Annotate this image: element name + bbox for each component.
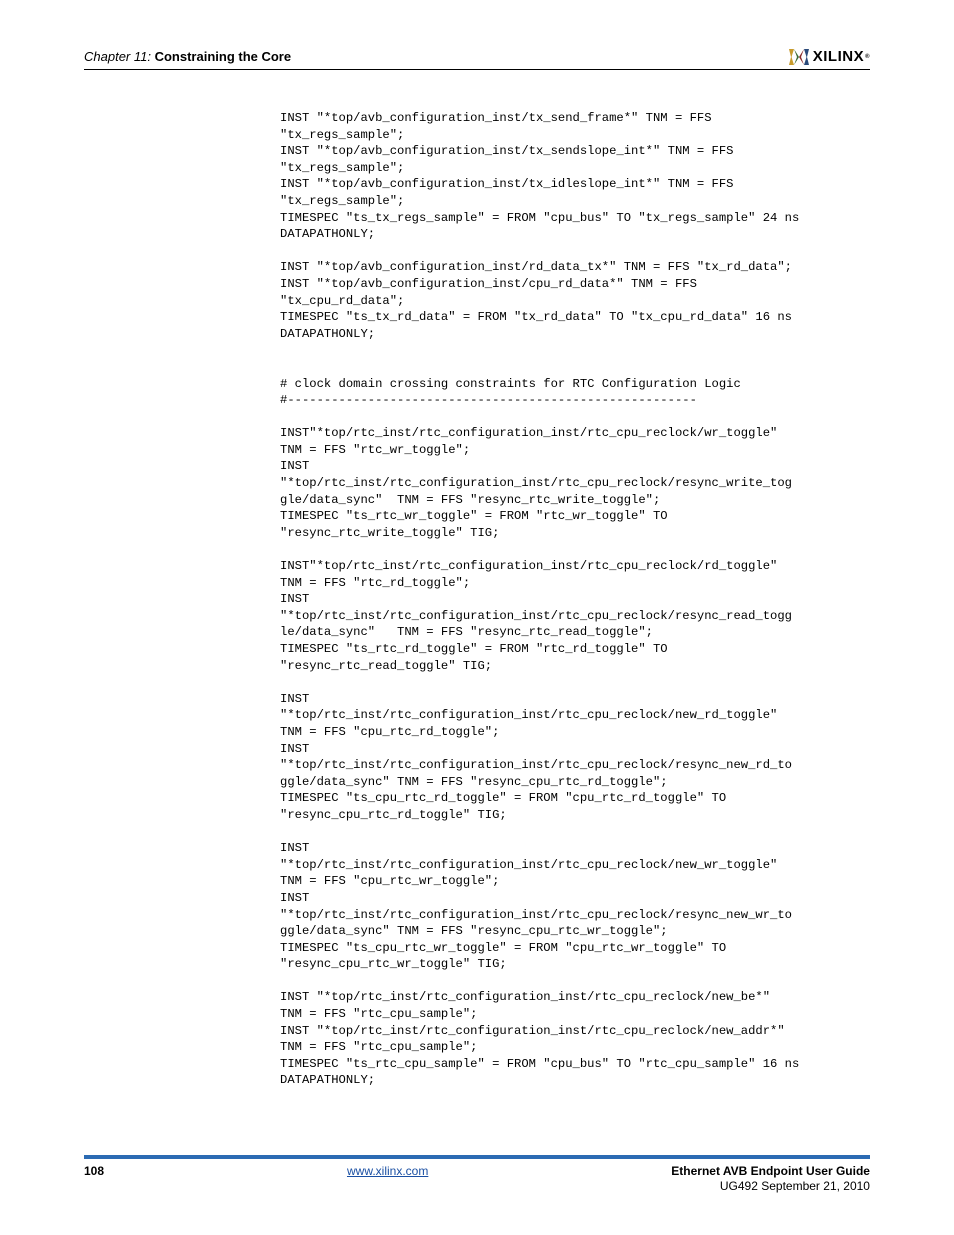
xilinx-logo-icon (789, 49, 809, 65)
xilinx-logo: XILINX® (789, 48, 870, 65)
chapter-name: Constraining the Core (155, 49, 292, 64)
page-number: 108 (84, 1164, 104, 1178)
code-listing: INST "*top/avb_configuration_inst/tx_sen… (280, 110, 870, 1089)
page-header: Chapter 11: Constraining the Core XILINX… (84, 48, 870, 70)
footer-doc-info: Ethernet AVB Endpoint User Guide UG492 S… (671, 1164, 870, 1195)
xilinx-link[interactable]: www.xilinx.com (347, 1164, 428, 1178)
doc-id: UG492 September 21, 2010 (671, 1179, 870, 1195)
chapter-title: Chapter 11: Constraining the Core (84, 49, 291, 64)
logo-registered: ® (865, 54, 870, 60)
logo-text: XILINX (813, 48, 864, 65)
page-footer: 108 www.xilinx.com Ethernet AVB Endpoint… (84, 1164, 870, 1195)
doc-title: Ethernet AVB Endpoint User Guide (671, 1164, 870, 1180)
footer-divider (84, 1155, 870, 1159)
chapter-label: Chapter 11: (84, 49, 151, 64)
footer-link-container: www.xilinx.com (347, 1164, 428, 1178)
